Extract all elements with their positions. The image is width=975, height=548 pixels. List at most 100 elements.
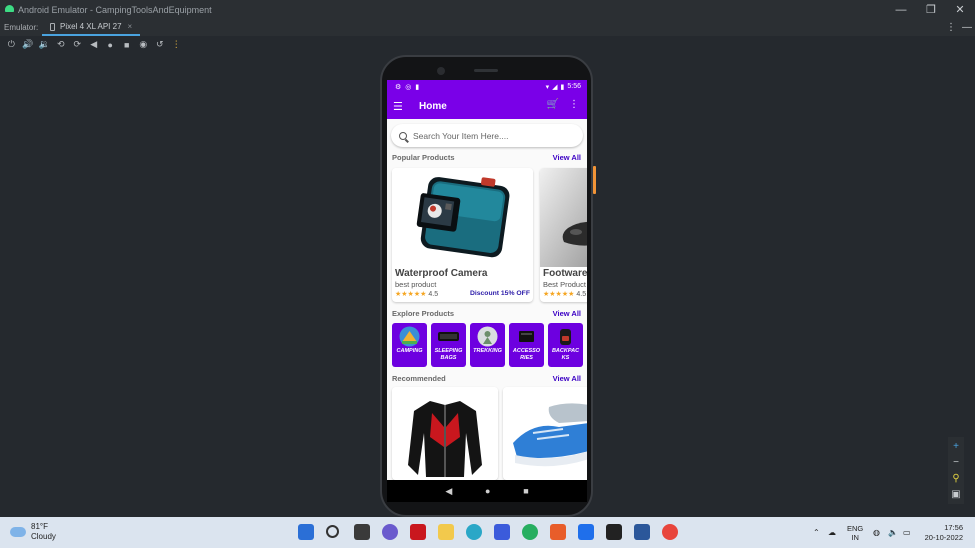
clock-time: 17:56 bbox=[944, 523, 963, 532]
camera-image bbox=[392, 168, 533, 267]
category-accessories[interactable]: ACCESSO RIES bbox=[509, 323, 544, 367]
store-icon[interactable] bbox=[494, 524, 510, 540]
rating-value: 4.5 bbox=[428, 291, 439, 298]
restore-button[interactable]: ❐ bbox=[916, 0, 946, 19]
nav-home-icon[interactable]: ● bbox=[485, 486, 490, 496]
minimize-panel-icon[interactable]: — bbox=[960, 19, 974, 36]
notification-icon: ◎ bbox=[405, 83, 412, 91]
back-icon[interactable]: ◀ bbox=[86, 38, 103, 52]
extended-controls-icon[interactable]: ⋮ bbox=[168, 38, 185, 52]
recommended-view-all-link[interactable]: View All bbox=[553, 374, 581, 383]
discount-label: Discount 15% OFF bbox=[469, 290, 530, 297]
tab-pixel4xl[interactable]: Pixel 4 XL API 27 × bbox=[42, 19, 141, 36]
product-card[interactable]: Waterproof Camera best product ★★★★★ 4.5 … bbox=[392, 168, 533, 302]
recommended-card[interactable] bbox=[503, 387, 587, 480]
task-view-icon[interactable] bbox=[354, 524, 370, 540]
popular-view-all-link[interactable]: View All bbox=[553, 153, 581, 162]
wifi-icon: ▾ bbox=[545, 83, 550, 91]
emulator-toolbar: ⏻ 🔊 🔉 ⟲ ⟳ ◀ ● ■ ◉ ↺ ⋮ bbox=[0, 36, 975, 53]
onedrive-icon[interactable]: ☁ bbox=[828, 517, 836, 548]
teams-chat-icon[interactable] bbox=[382, 524, 398, 540]
android-studio-icon[interactable] bbox=[578, 524, 594, 540]
file-explorer-icon[interactable] bbox=[438, 524, 454, 540]
fit-screen-icon[interactable]: ▣ bbox=[948, 487, 964, 501]
app-bar: ☰ Home 🛒 ⋮ bbox=[387, 93, 587, 119]
recommended-title: Recommended bbox=[392, 373, 446, 383]
volume-icon[interactable]: 🔈 bbox=[888, 517, 898, 548]
rating-stars: ★★★★★ 4.5 bbox=[395, 291, 439, 298]
jacket-image bbox=[392, 387, 498, 480]
zoom-out-icon[interactable]: − bbox=[948, 455, 964, 469]
edge-icon[interactable] bbox=[466, 524, 482, 540]
recommended-header: Recommended View All bbox=[387, 372, 587, 384]
search-input[interactable]: Search Your Item Here.... bbox=[391, 124, 583, 147]
volume-down-icon[interactable]: 🔉 bbox=[36, 38, 53, 52]
zoom-in-icon[interactable]: + bbox=[948, 439, 964, 453]
office-icon[interactable] bbox=[550, 524, 566, 540]
nav-recents-icon[interactable]: ■ bbox=[523, 486, 528, 496]
weather-desc: Cloudy bbox=[31, 532, 56, 541]
weather-temp: 81°F bbox=[31, 522, 48, 531]
search-placeholder: Search Your Item Here.... bbox=[413, 130, 509, 141]
more-options-icon[interactable]: ⋮ bbox=[944, 19, 958, 36]
product-name: Footware bbox=[543, 268, 587, 279]
product-subtitle: Best Product bbox=[543, 280, 586, 289]
window-title: Android Emulator - CampingToolsAndEquipm… bbox=[18, 4, 212, 15]
rotate-left-icon[interactable]: ⟲ bbox=[53, 38, 70, 52]
magnifier-icon[interactable]: ⚲ bbox=[948, 471, 964, 485]
explore-header: Explore Products View All bbox=[387, 307, 587, 319]
clock-date: 20-10-2022 bbox=[924, 533, 963, 542]
android-icon bbox=[5, 5, 14, 12]
android-nav-bar: ◀ ● ■ bbox=[387, 480, 587, 502]
app-icon[interactable] bbox=[522, 524, 538, 540]
davinci-icon[interactable] bbox=[606, 524, 622, 540]
chrome-icon[interactable] bbox=[662, 524, 678, 540]
nav-back-icon[interactable]: ◀ bbox=[445, 486, 452, 497]
snapshot-icon[interactable]: ↺ bbox=[152, 38, 169, 52]
explore-view-all-link[interactable]: View All bbox=[553, 309, 581, 318]
recommended-card[interactable] bbox=[392, 387, 498, 480]
rotate-right-icon[interactable]: ⟳ bbox=[69, 38, 86, 52]
overflow-menu-icon[interactable]: ⋮ bbox=[569, 99, 579, 110]
close-tab-icon[interactable]: × bbox=[128, 22, 133, 31]
weather-widget[interactable]: 81°F Cloudy bbox=[10, 522, 56, 542]
category-trekking[interactable]: TREKKING bbox=[470, 323, 505, 367]
cart-icon[interactable]: 🛒 bbox=[547, 99, 559, 110]
windows-taskbar: 81°F Cloudy ⌃ ☁ ENG IN ◍ 🔈 ▭ 17:56 20-10-… bbox=[0, 517, 975, 548]
home-icon[interactable]: ● bbox=[102, 38, 119, 52]
category-backpacks[interactable]: BACKPAC KS bbox=[548, 323, 583, 367]
close-button[interactable]: ✕ bbox=[945, 0, 975, 19]
backpack-icon bbox=[560, 329, 571, 345]
network-icon[interactable]: ◍ bbox=[873, 517, 880, 548]
trekking-icon bbox=[477, 326, 498, 347]
minimize-button[interactable]: — bbox=[886, 0, 916, 19]
system-clock[interactable]: 17:56 20-10-2022 bbox=[925, 523, 963, 543]
search-icon[interactable] bbox=[326, 525, 339, 538]
product-card[interactable]: Footware Best Product ★★★★★ 4.5 bbox=[540, 168, 587, 302]
word-icon[interactable] bbox=[634, 524, 650, 540]
category-sleeping-bags[interactable]: SLEEPING BAGS bbox=[431, 323, 466, 367]
battery-icon: ▮ bbox=[560, 83, 565, 91]
explore-title: Explore Products bbox=[392, 308, 455, 318]
language-indicator[interactable]: ENG IN bbox=[847, 517, 863, 548]
popular-carousel[interactable]: Waterproof Camera best product ★★★★★ 4.5 … bbox=[392, 168, 587, 302]
footwear-image bbox=[540, 168, 587, 267]
category-camping[interactable]: CAMPING bbox=[392, 323, 427, 367]
cloud-icon bbox=[10, 527, 26, 537]
explore-categories: CAMPING SLEEPING BAGS TREKKING ACCESSO RIE… bbox=[392, 323, 583, 367]
zoom-controls: + − ⚲ ▣ bbox=[948, 437, 964, 504]
tray-chevron-icon[interactable]: ⌃ bbox=[813, 517, 820, 548]
windows-start-icon[interactable] bbox=[298, 524, 314, 540]
power-icon[interactable]: ⏻ bbox=[3, 38, 20, 52]
popular-title: Popular Products bbox=[392, 152, 455, 162]
battery-icon[interactable]: ▭ bbox=[903, 517, 911, 548]
accessories-icon bbox=[519, 331, 534, 342]
overview-icon[interactable]: ■ bbox=[119, 38, 136, 52]
volume-up-icon[interactable]: 🔊 bbox=[20, 38, 37, 52]
hamburger-menu-icon[interactable]: ☰ bbox=[393, 100, 407, 113]
search-icon bbox=[399, 131, 407, 140]
emulator-tabbar: Emulator: Pixel 4 XL API 27 × ⋮ — bbox=[0, 19, 975, 36]
product-name: Waterproof Camera bbox=[395, 268, 488, 279]
screenshot-icon[interactable]: ◉ bbox=[135, 38, 152, 52]
mcafee-icon[interactable] bbox=[410, 524, 426, 540]
